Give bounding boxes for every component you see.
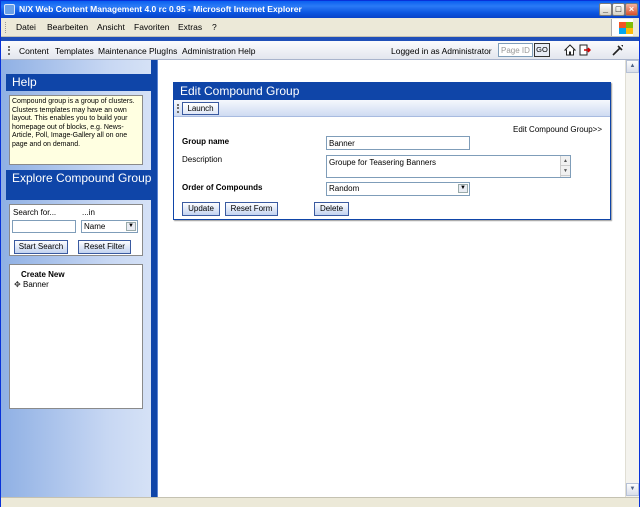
nav-plugins[interactable]: PlugIns	[149, 46, 177, 56]
search-input[interactable]	[12, 220, 76, 233]
nav-maintenance[interactable]: Maintenance	[98, 46, 147, 56]
scroll-up-icon[interactable]: ▲	[561, 156, 570, 166]
nav-help[interactable]: Help	[238, 46, 255, 56]
panel-toolbar: Launch	[174, 100, 610, 117]
description-textarea[interactable]: Groupe for Teasering Banners ▲ ▼	[326, 155, 571, 178]
toolbar-grip	[177, 104, 179, 113]
description-value: Groupe for Teasering Banners	[329, 158, 437, 167]
menu-favoriten[interactable]: Favoriten	[134, 22, 169, 32]
edit-compound-group-panel: Edit Compound Group Launch Edit Compound…	[173, 82, 611, 220]
start-search-button[interactable]: Start Search	[14, 240, 68, 254]
menu-bearbeiten[interactable]: Bearbeiten	[47, 22, 88, 32]
description-label: Description	[182, 155, 223, 164]
window-title: N/X Web Content Management 4.0 rc 0.95 -…	[19, 4, 302, 14]
chevron-down-icon: ▼	[458, 184, 468, 193]
reset-filter-button[interactable]: Reset Filter	[78, 240, 131, 254]
nav-templates[interactable]: Templates	[55, 46, 94, 56]
create-new-panel: Create New ✥ Banner	[9, 264, 143, 409]
group-name-label: Group name	[182, 137, 230, 146]
textarea-scrollbar[interactable]: ▲ ▼	[560, 156, 570, 177]
explore-heading: Explore Compound Group	[6, 170, 158, 200]
create-new-title: Create New	[21, 270, 65, 279]
new-item-icon: ✥	[14, 280, 21, 289]
order-of-compounds-label: Order of Compounds	[182, 183, 263, 192]
help-heading: Help	[6, 74, 158, 91]
launch-button[interactable]: Launch	[182, 102, 219, 115]
nav-content[interactable]: Content	[19, 46, 49, 56]
windows-logo-icon	[611, 19, 633, 36]
page-id-input[interactable]: Page ID	[498, 43, 533, 57]
logout-icon[interactable]	[579, 44, 591, 56]
menu-ansicht[interactable]: Ansicht	[97, 22, 125, 32]
sidebar: Help Compound group is a group of cluste…	[1, 60, 158, 497]
update-button[interactable]: Update	[182, 202, 220, 216]
scroll-down-icon[interactable]: ▼	[561, 166, 570, 176]
home-icon[interactable]	[564, 44, 576, 56]
menu-datei[interactable]: Datei	[16, 22, 36, 32]
sidebar-divider	[151, 60, 158, 497]
menu-grip	[5, 22, 8, 33]
minimize-button[interactable]: _	[599, 3, 612, 16]
page-content: Help Compound group is a group of cluste…	[1, 60, 625, 497]
scroll-up-arrow-icon[interactable]: ▲	[626, 60, 639, 73]
order-select-value: Random	[329, 184, 360, 193]
scroll-down-arrow-icon[interactable]: ▼	[626, 483, 639, 496]
chevron-down-icon: ▼	[126, 222, 136, 231]
menu-bar: Datei Bearbeiten Ansicht Favoriten Extra…	[1, 18, 639, 37]
go-button[interactable]: GO	[534, 43, 550, 57]
close-button[interactable]: ×	[625, 3, 638, 16]
search-in-label: ...in	[82, 208, 95, 217]
status-bar	[1, 497, 639, 507]
ie-page-icon	[4, 4, 15, 15]
create-item-banner[interactable]: ✥ Banner	[14, 280, 49, 289]
edit-compound-group-link[interactable]: Edit Compound Group>>	[513, 125, 602, 134]
maximize-button[interactable]: □	[612, 3, 625, 16]
app-nav-bar: Content Templates Maintenance PlugIns Ad…	[1, 41, 639, 60]
nav-grip	[8, 46, 10, 55]
menu-extras[interactable]: Extras	[178, 22, 202, 32]
create-item-label: Banner	[23, 280, 49, 289]
search-panel: Search for... ...in Name ▼ Start Search …	[9, 204, 143, 256]
reset-form-button[interactable]: Reset Form	[225, 202, 278, 216]
page-scrollbar[interactable]: ▲ ▼	[625, 60, 639, 497]
search-for-label: Search for...	[13, 208, 57, 217]
search-field-value: Name	[84, 222, 106, 231]
order-select[interactable]: Random ▼	[326, 182, 470, 196]
tools-icon[interactable]	[611, 43, 625, 57]
group-name-input[interactable]: Banner	[326, 136, 470, 150]
title-bar: N/X Web Content Management 4.0 rc 0.95 -…	[1, 1, 639, 18]
panel-title: Edit Compound Group	[173, 82, 611, 100]
help-text: Compound group is a group of clusters. C…	[9, 95, 143, 165]
menu-help[interactable]: ?	[212, 22, 217, 32]
browser-window: N/X Web Content Management 4.0 rc 0.95 -…	[0, 0, 640, 507]
delete-button[interactable]: Delete	[314, 202, 349, 216]
search-field-select[interactable]: Name ▼	[81, 220, 138, 233]
logged-in-status: Logged in as Administrator	[391, 46, 492, 56]
nav-administration[interactable]: Administration	[182, 46, 236, 56]
